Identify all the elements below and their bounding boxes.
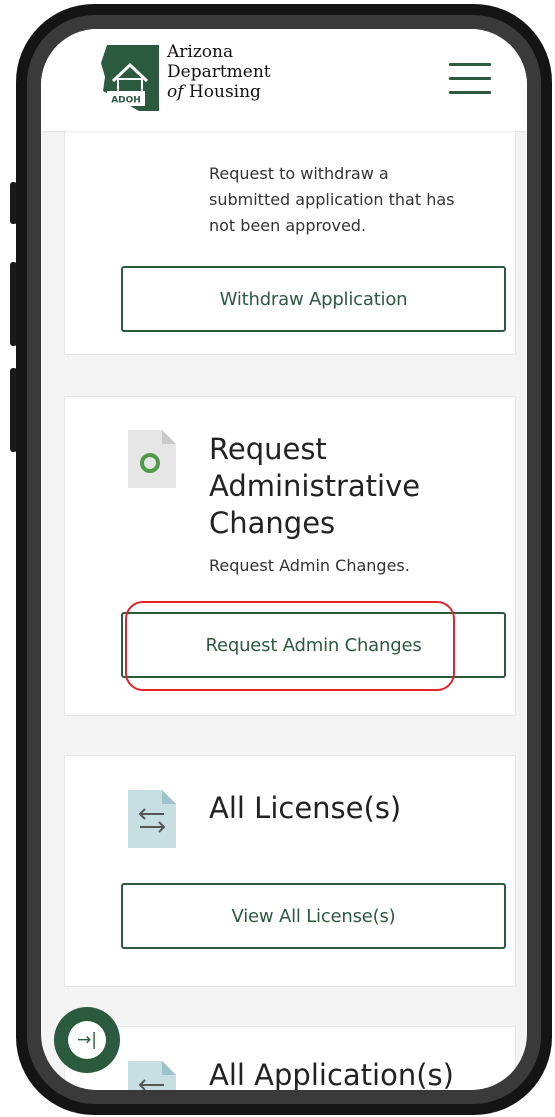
logo-badge-text: ADOH [111,96,141,106]
adoh-logo[interactable]: ADOH [99,43,161,113]
phone-screen: ADOH Arizona Department of Housing Reque… [41,29,527,1090]
org-name-line2: Department [167,62,271,82]
hamburger-menu-icon[interactable] [449,63,491,95]
admin-changes-title: Request Administrative Changes [209,432,421,540]
all-applications-card: All Application(s) [65,1027,515,1090]
org-name-line3: of Housing [167,82,261,102]
all-applications-title: All Application(s) [209,1058,454,1090]
admin-changes-card: Request Administrative Changes Request A… [65,397,515,715]
view-all-licenses-button[interactable]: View All License(s) [121,883,506,949]
withdraw-application-button[interactable]: Withdraw Application [121,266,506,332]
organization-name: Arizona Department of Housing [167,42,271,102]
phone-bezel: ADOH Arizona Department of Housing Reque… [27,15,541,1104]
org-name-line1: Arizona [167,42,234,62]
swap-arrows-document-icon [128,790,176,848]
request-admin-changes-button[interactable]: Request Admin Changes [121,612,506,678]
document-circle-icon [128,430,176,488]
withdraw-description: Request to withdraw a submitted applicat… [209,164,455,235]
swap-arrows-document-icon [128,1061,176,1090]
admin-changes-description: Request Admin Changes. [209,556,410,575]
collapse-sidebar-button[interactable]: →| [54,1007,120,1073]
all-licenses-title: All License(s) [209,791,402,825]
all-licenses-card: All License(s) View All License(s) [65,756,515,986]
phone-frame: ADOH Arizona Department of Housing Reque… [16,4,552,1115]
site-header: ADOH Arizona Department of Housing [41,29,527,131]
collapse-arrow-icon: →| [68,1021,106,1059]
